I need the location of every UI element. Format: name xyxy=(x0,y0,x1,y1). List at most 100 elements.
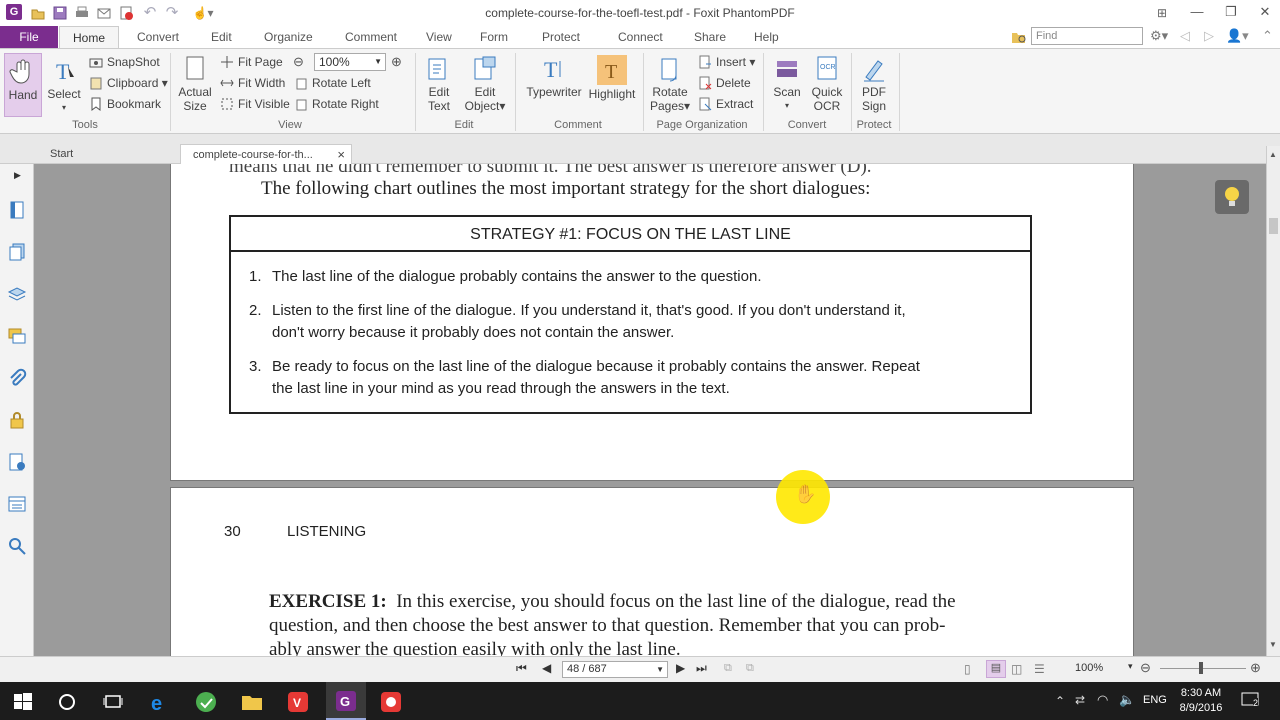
insert-pages-button[interactable]: Insert ▾ xyxy=(698,53,755,71)
first-page-icon[interactable]: ⏮ xyxy=(516,661,527,676)
scan-button[interactable]: Scan ▾ xyxy=(769,55,805,113)
tab-protect[interactable]: Protect xyxy=(542,30,580,44)
clipboard-button[interactable]: Clipboard ▾ xyxy=(89,74,168,92)
rotate-left-button[interactable]: Rotate Left xyxy=(294,74,371,92)
edge-browser-icon[interactable]: e xyxy=(149,691,171,715)
show-hidden-icons-icon[interactable]: ⌃ xyxy=(1055,694,1065,708)
hand-tool-button[interactable]: Hand xyxy=(4,53,42,117)
previous-view-icon[interactable]: ⧉ xyxy=(724,662,732,675)
attachments-icon[interactable] xyxy=(7,368,27,388)
page-number-field[interactable]: 48 / 687 ▼ xyxy=(562,661,668,678)
tab-view[interactable]: View xyxy=(426,30,452,44)
next-view-icon[interactable]: ⧉ xyxy=(746,662,754,675)
clock[interactable]: 8:30 AM 8/9/2016 xyxy=(1173,686,1229,716)
last-page-icon[interactable]: ⏭ xyxy=(696,661,707,676)
tab-current-document[interactable]: complete-course-for-th... × xyxy=(180,144,352,165)
signatures-icon[interactable] xyxy=(7,452,27,472)
extract-pages-button[interactable]: Extract xyxy=(698,95,753,113)
action-center-icon[interactable]: 2 xyxy=(1240,690,1262,710)
windows-start-icon[interactable] xyxy=(12,691,34,713)
select-tool-button[interactable]: T Select ▾ xyxy=(46,57,82,115)
tab-connect[interactable]: Connect xyxy=(618,30,663,44)
single-page-icon[interactable]: ▯ xyxy=(964,662,971,676)
forward-arrow-icon[interactable]: ▷ xyxy=(1204,28,1214,44)
zoom-slider-track[interactable] xyxy=(1160,668,1246,669)
content-list-icon[interactable] xyxy=(7,494,27,514)
continuous-facing-icon[interactable]: ☰ xyxy=(1034,662,1045,676)
continuous-page-icon[interactable]: ▤ xyxy=(986,660,1006,678)
expand-pane-icon[interactable]: ▶ xyxy=(14,170,34,190)
tab-convert[interactable]: Convert xyxy=(137,30,179,44)
volume-icon[interactable]: 🔈 xyxy=(1119,692,1135,708)
scrollbar-thumb[interactable] xyxy=(1269,218,1278,234)
restore-button[interactable]: ❐ xyxy=(1214,0,1248,26)
task-view-icon[interactable] xyxy=(102,691,124,713)
rotate-pages-button[interactable]: Rotate Pages▾ xyxy=(648,55,692,113)
user-account-icon[interactable]: 👤▾ xyxy=(1226,28,1249,44)
network-share-icon[interactable]: ⇄ xyxy=(1075,693,1085,707)
red-app-icon[interactable] xyxy=(380,691,402,713)
input-language[interactable]: ENG xyxy=(1143,694,1167,706)
minimize-button[interactable]: — xyxy=(1180,0,1214,26)
comments-icon[interactable] xyxy=(7,326,27,346)
snapshot-button[interactable]: SnapShot xyxy=(89,53,160,71)
tip-lightbulb-icon[interactable] xyxy=(1215,180,1249,214)
pages-icon[interactable] xyxy=(7,242,27,262)
fit-page-button[interactable]: Fit Page xyxy=(220,53,283,71)
tab-comment[interactable]: Comment xyxy=(345,30,397,44)
search-user-icon[interactable] xyxy=(7,536,27,556)
find-input[interactable]: Find xyxy=(1031,27,1143,45)
back-arrow-icon[interactable]: ◁ xyxy=(1180,28,1190,44)
page-thumbnails-icon[interactable] xyxy=(7,200,27,220)
green-app-icon[interactable] xyxy=(195,691,217,713)
zoom-slider-thumb[interactable] xyxy=(1199,662,1203,674)
quick-ocr-button[interactable]: OCR Quick OCR xyxy=(809,55,845,113)
highlight-button[interactable]: T Highlight xyxy=(587,55,637,101)
ribbon-options-icon[interactable]: ⊞ xyxy=(1154,5,1170,21)
tab-edit[interactable]: Edit xyxy=(211,30,232,44)
edit-text-button[interactable]: Edit Text xyxy=(420,55,458,113)
tab-form[interactable]: Form xyxy=(480,30,508,44)
close-tab-icon[interactable]: × xyxy=(337,145,345,165)
fit-visible-button[interactable]: Fit Visible xyxy=(220,95,290,113)
layers-icon[interactable] xyxy=(7,284,27,304)
edit-object-button[interactable]: Edit Object▾ xyxy=(462,55,508,113)
pdf-sign-button[interactable]: PDF Sign xyxy=(856,55,892,113)
delete-pages-button[interactable]: Delete xyxy=(698,74,751,92)
previous-page-icon[interactable]: ◀ xyxy=(542,661,551,675)
document-view[interactable]: means that he didn't remember to submit … xyxy=(34,164,1266,656)
zoom-select[interactable]: 100% ▼ xyxy=(314,53,386,71)
file-explorer-icon[interactable] xyxy=(241,691,263,713)
fit-width-button[interactable]: Fit Width xyxy=(220,74,285,92)
zoom-in-slider-icon[interactable]: ⊕ xyxy=(1250,660,1261,676)
zoom-in-icon[interactable]: ⊕ xyxy=(391,54,407,70)
tab-home[interactable]: Home xyxy=(59,26,119,49)
foxit-taskbar-button[interactable]: G xyxy=(326,682,366,720)
tab-share[interactable]: Share xyxy=(694,30,726,44)
zoom-level[interactable]: 100% xyxy=(1075,662,1103,674)
bookmark-button[interactable]: Bookmark xyxy=(89,95,161,113)
zoom-out-slider-icon[interactable]: ⊖ xyxy=(1140,660,1151,676)
actual-size-button[interactable]: Actual Size xyxy=(176,55,214,113)
tab-start[interactable]: Start xyxy=(38,144,178,165)
tab-organize[interactable]: Organize xyxy=(264,30,313,44)
next-page-icon[interactable]: ▶ xyxy=(676,661,685,675)
rotate-right-button[interactable]: Rotate Right xyxy=(294,95,379,113)
file-tab[interactable]: File xyxy=(0,26,58,48)
close-window-button[interactable]: ✕ xyxy=(1248,0,1280,26)
scroll-down-icon[interactable]: ▼ xyxy=(1269,640,1277,649)
vivaldi-browser-icon[interactable]: V xyxy=(287,691,309,713)
zoom-dropdown-icon[interactable]: ▾ xyxy=(1128,661,1133,672)
settings-gear-icon[interactable]: ⚙▾ xyxy=(1150,28,1174,44)
typewriter-button[interactable]: T Typewriter xyxy=(523,55,585,99)
scroll-up-icon[interactable]: ▲ xyxy=(1269,150,1277,159)
wifi-icon[interactable]: ◠ xyxy=(1097,692,1108,708)
vertical-scrollbar[interactable]: ▲ ▼ xyxy=(1266,146,1280,656)
tab-help[interactable]: Help xyxy=(754,30,779,44)
search-folder-icon[interactable] xyxy=(1011,29,1027,45)
zoom-out-icon[interactable]: ⊖ xyxy=(293,54,309,70)
security-lock-icon[interactable] xyxy=(7,410,27,430)
collapse-ribbon-icon[interactable]: ⌃ xyxy=(1262,28,1273,44)
cortana-search-icon[interactable] xyxy=(56,691,78,713)
facing-page-icon[interactable]: ◫ xyxy=(1011,662,1022,676)
